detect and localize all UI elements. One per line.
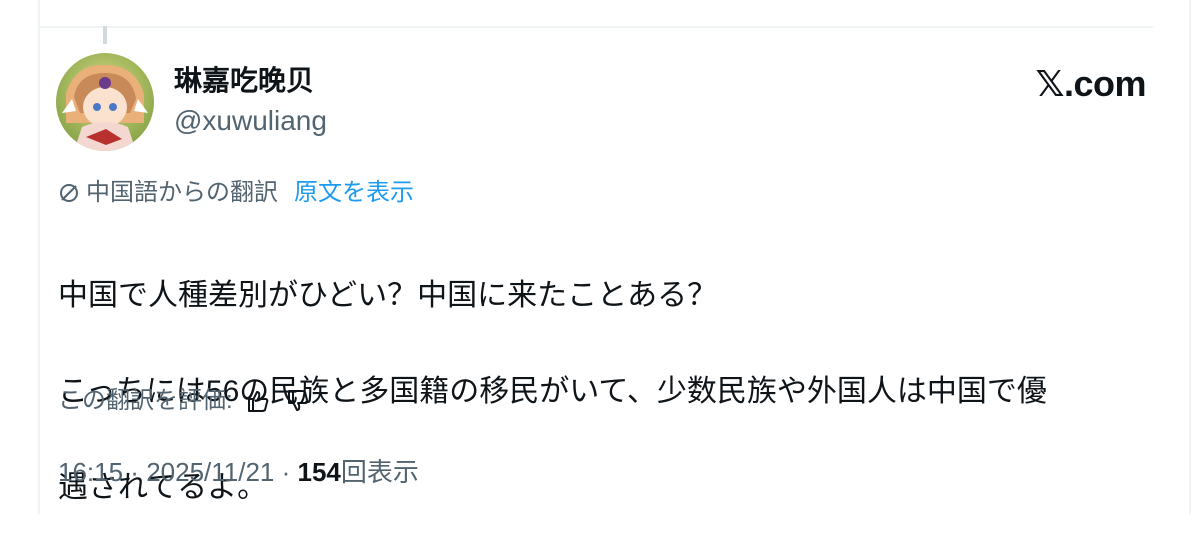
thumbs-down-icon: [287, 390, 308, 411]
tweet-time[interactable]: 16:15: [58, 457, 123, 487]
tweet-date[interactable]: 2025/11/21: [146, 457, 274, 487]
tweet-meta: 16:15 · 2025/11/21 · 154回表示: [58, 455, 419, 489]
author-display-name[interactable]: 琳嘉吃晚贝: [174, 64, 314, 98]
show-original-link[interactable]: 原文を表示: [294, 178, 414, 208]
rate-translation-row: この翻訳を評価:: [58, 385, 313, 417]
x-logo-suffix: .com: [1063, 63, 1147, 104]
meta-separator: ·: [274, 457, 298, 487]
view-count-label: 回表示: [340, 457, 419, 487]
rate-translation-label: この翻訳を評価:: [58, 387, 233, 414]
x-logo-glyph: 𝕏: [1035, 64, 1064, 105]
meta-separator: ·: [123, 457, 147, 487]
view-count: 154: [297, 457, 341, 487]
thumbs-up-icon: [247, 391, 268, 412]
card-right-border: [1189, 0, 1191, 514]
translate-icon: [60, 184, 78, 202]
thread-connector: [103, 26, 107, 44]
x-logo[interactable]: 𝕏.com: [1035, 64, 1146, 105]
translation-source-label: 中国語からの翻訳: [86, 179, 278, 206]
thumbs-up-button[interactable]: [243, 386, 273, 416]
card-top-border: [38, 26, 1153, 28]
card-left-border: [38, 0, 40, 514]
thumbs-down-button[interactable]: [283, 386, 313, 416]
avatar[interactable]: [56, 53, 154, 151]
author-handle[interactable]: @xuwuliang: [174, 104, 327, 138]
tweet-text-line: 中国で人種差別がひどい？中国に来たことある？: [58, 279, 718, 312]
translation-bar: 中国語からの翻訳 原文を表示: [58, 178, 414, 208]
